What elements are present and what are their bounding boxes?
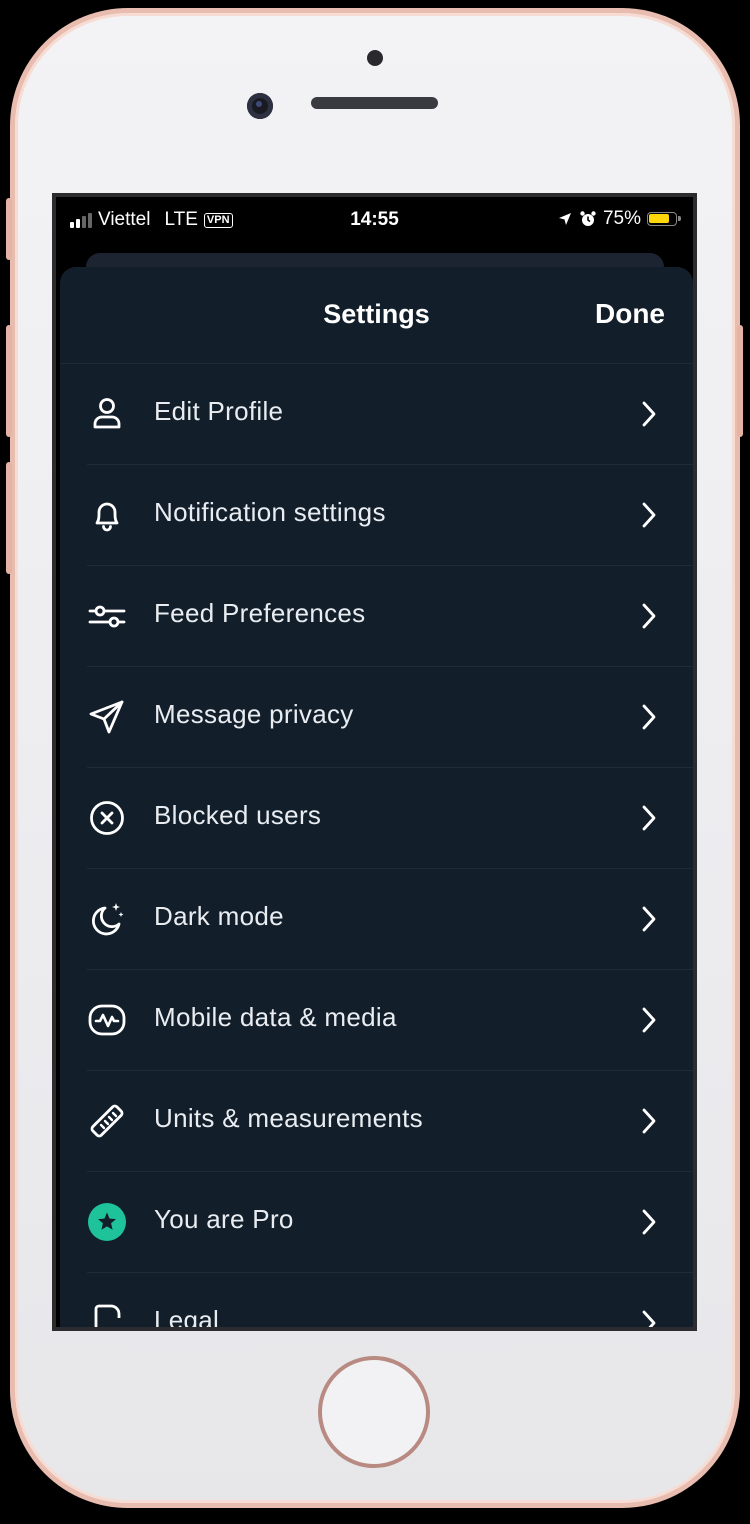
settings-item-mobile-data-media[interactable]: Mobile data & media [60,970,693,1071]
settings-sheet: Settings Done Edit Profile Notification … [60,267,693,1331]
activity-icon [88,1004,126,1036]
pro-star-icon [88,1203,126,1241]
settings-item-label: Legal [154,1305,220,1331]
sliders-icon [88,605,126,628]
settings-item-dark-mode[interactable]: Dark mode [60,869,693,970]
settings-item-label: Mobile data & media [154,1002,397,1032]
chevron-right-icon [642,704,656,730]
user-icon [93,398,121,429]
settings-item-label: Blocked users [154,800,322,830]
status-bar: Viettel LTE VPN 14:55 75% [56,197,693,247]
chevron-right-icon [642,805,656,831]
settings-item-notification-settings[interactable]: Notification settings [60,465,693,566]
status-right: 75% [557,208,681,230]
alarm-icon [580,211,596,226]
battery-percent: 75% [602,208,641,229]
moon-stars-icon [92,903,124,936]
chevron-right-icon [642,1310,656,1327]
settings-item-edit-profile[interactable]: Edit Profile [60,364,693,465]
settings-item-label: Dark mode [154,901,284,931]
settings-item-you-are-pro[interactable]: You are Pro [60,1172,693,1273]
circle-x-icon [90,801,124,835]
location-arrow-icon [558,213,571,225]
ruler-icon [90,1104,124,1138]
settings-item-message-privacy[interactable]: Message privacy [60,667,693,768]
bell-icon [95,502,119,532]
settings-item-label: You are Pro [154,1204,294,1234]
settings-item-feed-preferences[interactable]: Feed Preferences [60,566,693,667]
settings-item-label: Message privacy [154,699,354,729]
volume-up-button [6,325,12,437]
settings-item-legal[interactable]: Legal [60,1273,693,1331]
nav-bar: Settings Done [60,267,693,364]
chevron-right-icon [642,906,656,932]
settings-item-label: Notification settings [154,497,386,527]
chevron-right-icon [642,502,656,528]
chevron-right-icon [642,401,656,427]
front-camera [247,93,273,119]
power-button [737,325,743,437]
send-icon [89,700,124,734]
settings-item-label: Edit Profile [154,396,284,426]
mute-switch [6,198,12,260]
done-button[interactable]: Done [595,298,665,330]
settings-item-units-measurements[interactable]: Units & measurements [60,1071,693,1172]
chevron-right-icon [642,1209,656,1235]
earpiece-speaker [311,97,438,109]
home-button[interactable] [318,1356,430,1468]
screen: Viettel LTE VPN 14:55 75% Settings Done … [52,193,697,1331]
settings-item-label: Feed Preferences [154,598,366,628]
document-icon [94,1304,121,1327]
chevron-right-icon [642,1108,656,1134]
chevron-right-icon [642,603,656,629]
chevron-right-icon [642,1007,656,1033]
settings-item-label: Units & measurements [154,1103,423,1133]
proximity-sensor [367,50,383,66]
volume-down-button [6,462,12,574]
settings-item-blocked-users[interactable]: Blocked users [60,768,693,869]
battery-icon [647,212,681,226]
